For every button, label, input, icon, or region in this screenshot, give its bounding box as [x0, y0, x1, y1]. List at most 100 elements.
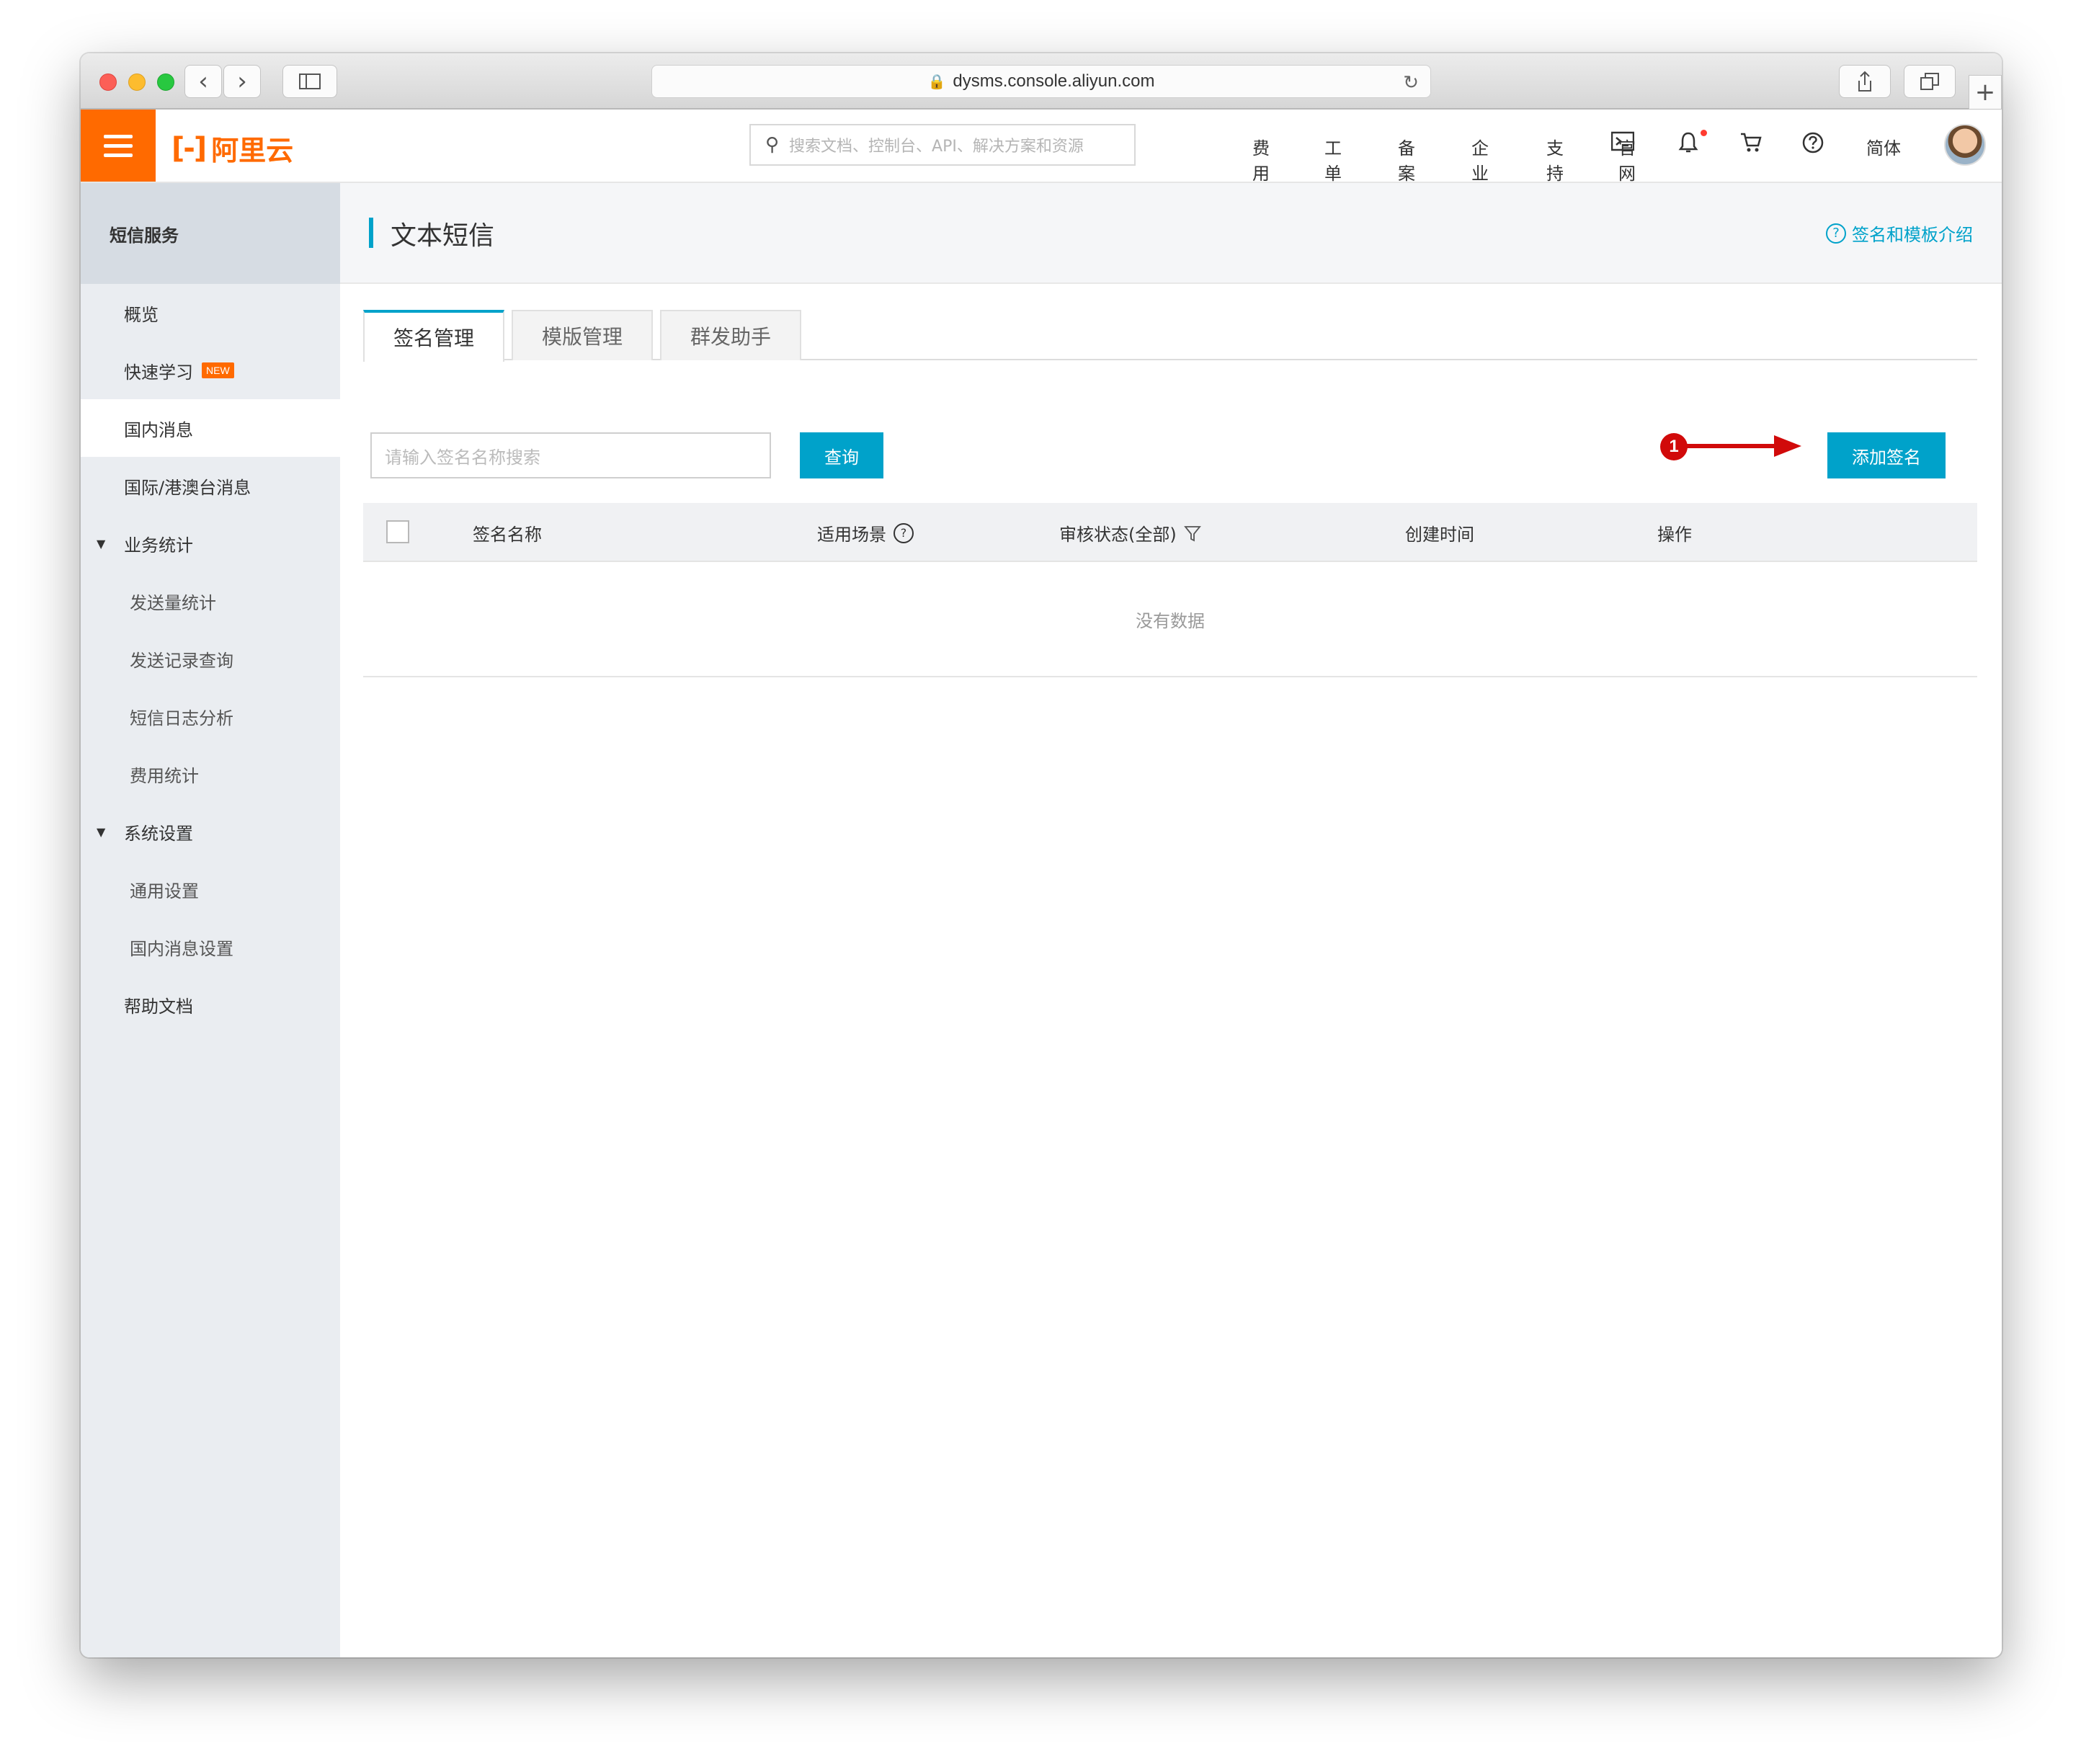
sidebar-item-domestic-settings[interactable]: 国内消息设置: [81, 918, 340, 976]
caret-down-icon: ▼: [97, 536, 106, 551]
url-text: dysms.console.aliyun.com: [953, 71, 1155, 91]
sidebar-item-overview[interactable]: 概览: [81, 284, 340, 342]
avatar[interactable]: [1944, 124, 1986, 166]
global-search-placeholder: 搜索文档、控制台、API、解决方案和资源: [789, 138, 1084, 156]
reload-icon[interactable]: ↻: [1403, 71, 1419, 94]
logo-mark: [-]: [171, 131, 207, 165]
browser-window: ‹ › 🔒 dysms.console.aliyun.com ↻ + [-] 阿…: [81, 53, 2002, 1657]
signature-search-input[interactable]: 请输入签名名称搜索: [370, 432, 771, 478]
empty-text: 没有数据: [1136, 611, 1205, 631]
column-review-status: 审核状态(全部): [1059, 520, 1201, 545]
caret-down-icon: ▼: [97, 824, 106, 839]
tab-signature-management[interactable]: 签名管理: [363, 310, 504, 362]
title-accent-bar: [369, 218, 373, 248]
tab-bulk-send-assistant[interactable]: 群发助手: [660, 310, 801, 360]
sidebar-item-label: 通用设置: [130, 881, 199, 901]
page-title: 文本短信: [391, 221, 495, 251]
tabs-icon: [1920, 73, 1939, 90]
sidebar-item-label: 业务统计: [124, 535, 193, 556]
hamburger-icon: [104, 134, 133, 138]
help-link-text: 签名和模板介绍: [1852, 225, 1973, 245]
column-label: 创建时间: [1405, 525, 1474, 545]
question-circle-icon: ?: [1826, 223, 1846, 244]
column-created-time: 创建时间: [1405, 520, 1474, 545]
sidebar-item-international-messages[interactable]: 国际/港澳台消息: [81, 457, 340, 514]
sidebar: 短信服务 概览 快速学习 NEW 国内消息 国际/港澳台消息 ▼ 业务统计 发送…: [81, 183, 340, 1657]
search-icon: ⚲: [765, 134, 780, 156]
filter-icon[interactable]: [1183, 525, 1201, 542]
sidebar-group-system-settings[interactable]: ▼ 系统设置: [81, 803, 340, 860]
annotation-marker: 1: [1660, 433, 1688, 460]
chevron-right-icon: ›: [237, 67, 247, 96]
question-circle-icon[interactable]: ?: [894, 522, 914, 543]
logo-text: 阿里云: [211, 135, 294, 166]
sidebar-toggle-button[interactable]: [282, 65, 337, 98]
minimize-window-button[interactable]: [128, 74, 146, 91]
nav-link-tickets[interactable]: 工单: [1324, 134, 1342, 184]
top-navigation: [-] 阿里云 ⚲ 搜索文档、控制台、API、解决方案和资源 费用 工单 备案 …: [81, 110, 2002, 184]
forward-button[interactable]: ›: [223, 65, 261, 98]
signature-search-placeholder: 请输入签名名称搜索: [385, 447, 540, 468]
browser-titlebar: ‹ › 🔒 dysms.console.aliyun.com ↻ +: [81, 53, 2002, 110]
table-header: 签名名称 适用场景 ? 审核状态(全部) 创建时间 操作: [363, 503, 1977, 562]
annotation-arrow-head: [1774, 435, 1801, 457]
tab-template-management[interactable]: 模版管理: [512, 310, 653, 360]
nav-link-enterprise[interactable]: 企业: [1471, 134, 1489, 184]
help-icon[interactable]: [1801, 131, 1824, 160]
aliyun-logo[interactable]: [-] 阿里云: [171, 128, 293, 168]
table-empty-state: 没有数据: [363, 562, 1977, 677]
global-search-input[interactable]: ⚲ 搜索文档、控制台、API、解决方案和资源: [749, 124, 1136, 166]
annotation-arrow-line: [1685, 444, 1775, 448]
menu-button[interactable]: [81, 110, 156, 182]
sidebar-item-general-settings[interactable]: 通用设置: [81, 860, 340, 918]
sidebar-group-business-stats[interactable]: ▼ 业务统计: [81, 514, 340, 572]
nav-link-icp[interactable]: 备案: [1398, 134, 1415, 184]
main-content: 文本短信 ? 签名和模板介绍 签名管理 模版管理 群发助手 请输入签名名称搜索 …: [340, 183, 2002, 1657]
sidebar-item-label: 发送记录查询: [130, 650, 233, 671]
sidebar-item-quick-learn[interactable]: 快速学习 NEW: [81, 342, 340, 399]
sidebar-item-label: 国内消息: [124, 419, 193, 440]
select-all-checkbox[interactable]: [386, 520, 409, 543]
query-button[interactable]: 查询: [800, 432, 883, 478]
maximize-window-button[interactable]: [157, 74, 174, 91]
sidebar-item-label: 发送量统计: [130, 592, 216, 613]
nav-link-fees[interactable]: 费用: [1252, 134, 1270, 184]
tabs-overview-button[interactable]: [1904, 65, 1956, 98]
new-tab-button[interactable]: +: [1969, 75, 2002, 110]
sidebar-item-send-volume[interactable]: 发送量统计: [81, 572, 340, 630]
language-switch[interactable]: 简体: [1866, 134, 1901, 159]
column-scenario: 适用场景 ?: [817, 520, 914, 545]
share-button[interactable]: [1839, 65, 1891, 98]
sidebar-item-label: 短信日志分析: [130, 708, 233, 729]
sidebar-item-log-analysis[interactable]: 短信日志分析: [81, 687, 340, 745]
column-label: 适用场景: [817, 525, 886, 545]
help-link[interactable]: ? 签名和模板介绍: [1826, 220, 1973, 246]
column-signature-name: 签名名称: [473, 520, 542, 545]
sidebar-item-label: 系统设置: [124, 823, 193, 844]
back-button[interactable]: ‹: [184, 65, 222, 98]
add-signature-button[interactable]: 添加签名: [1827, 432, 1946, 478]
notification-dot: [1701, 130, 1707, 136]
plus-icon: +: [1974, 78, 1996, 107]
sidebar-item-cost-stats[interactable]: 费用统计: [81, 745, 340, 803]
sidebar-item-label: 概览: [124, 304, 159, 325]
address-bar[interactable]: 🔒 dysms.console.aliyun.com ↻: [651, 65, 1431, 98]
cart-icon[interactable]: [1739, 131, 1763, 159]
lock-icon: 🔒: [927, 74, 946, 90]
sidebar-header: 短信服务: [81, 183, 340, 284]
new-badge: NEW: [202, 362, 234, 378]
column-label: 签名名称: [473, 525, 542, 545]
tab-bar: 签名管理 模版管理 群发助手: [363, 310, 1977, 362]
share-icon: [1858, 71, 1871, 92]
sidebar-item-domestic-messages[interactable]: 国内消息: [81, 399, 340, 457]
terminal-icon[interactable]: [1610, 131, 1635, 157]
column-label: 审核状态(全部): [1059, 525, 1177, 545]
column-label: 操作: [1657, 525, 1692, 545]
nav-link-support[interactable]: 支持: [1546, 134, 1564, 184]
chevron-left-icon: ‹: [198, 67, 208, 96]
sidebar-item-send-records[interactable]: 发送记录查询: [81, 630, 340, 687]
page-header: 文本短信 ? 签名和模板介绍: [340, 183, 2002, 284]
close-window-button[interactable]: [99, 74, 117, 91]
bell-icon[interactable]: [1677, 131, 1699, 160]
sidebar-item-help-docs[interactable]: 帮助文档: [81, 976, 340, 1033]
